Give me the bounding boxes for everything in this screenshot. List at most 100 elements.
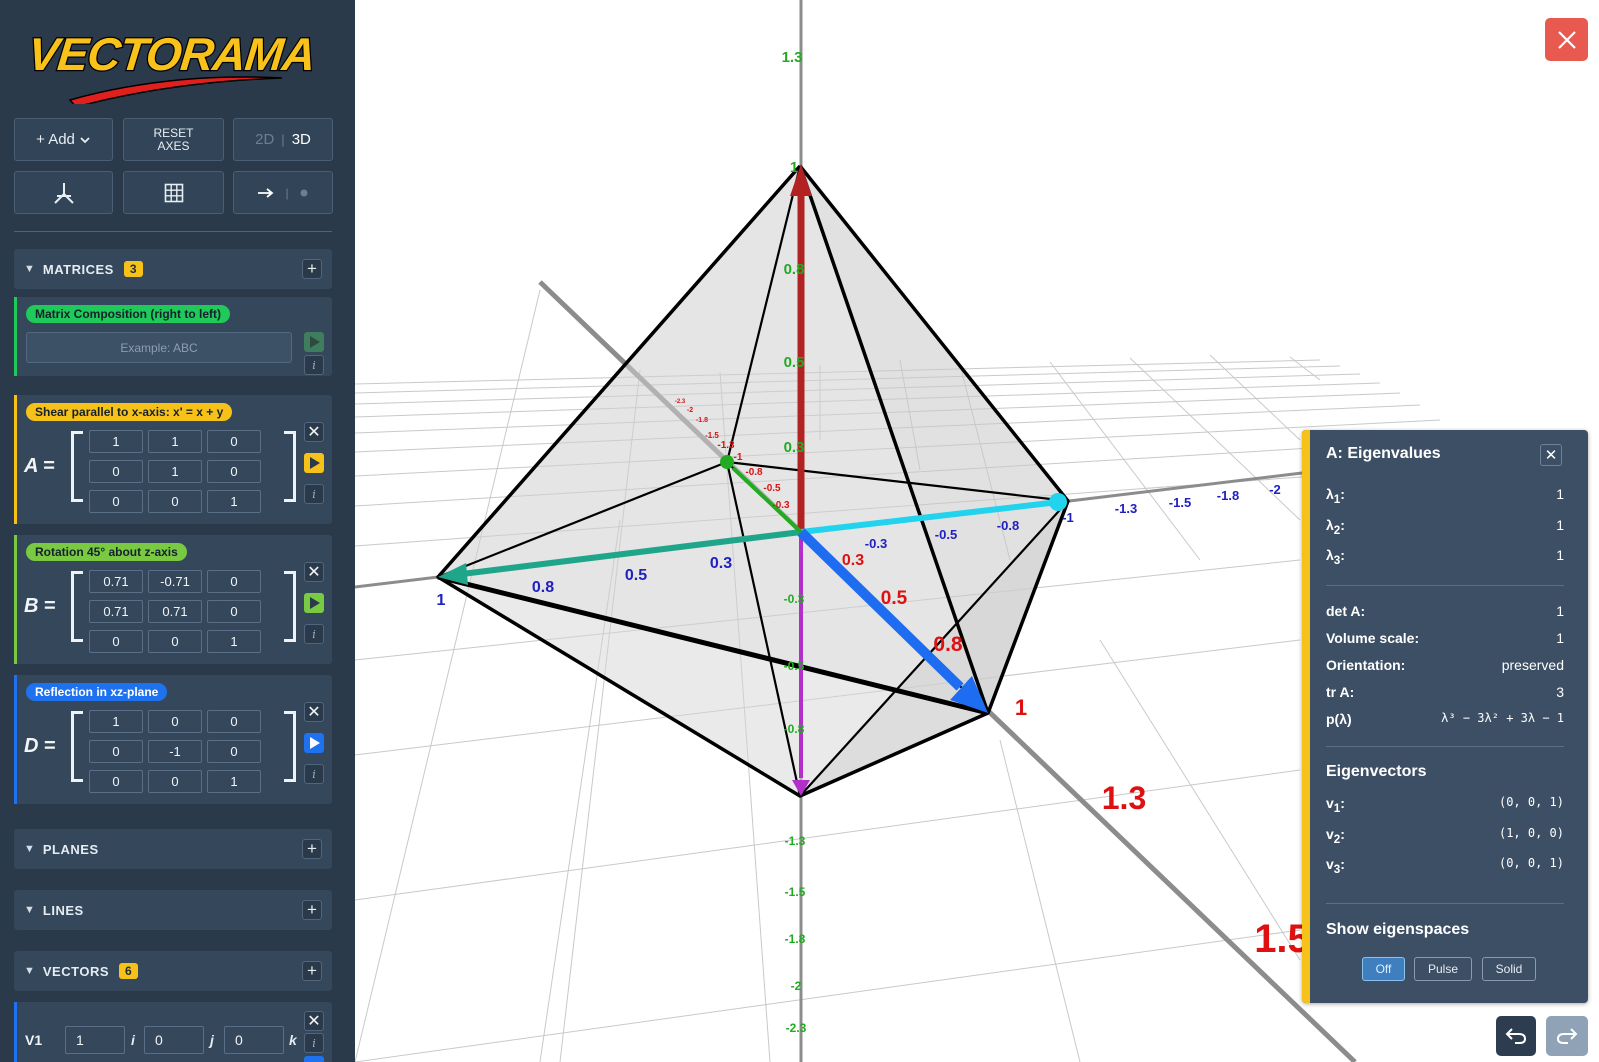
matrix-b-cell-20[interactable]: 0 [89, 630, 143, 653]
matrix-card-a: Shear parallel to x-axis: x' = x + y A =… [14, 395, 332, 524]
dimension-toggle[interactable]: 2D | 3D [233, 118, 333, 161]
add-plane-button[interactable]: + [302, 839, 322, 859]
lines-section-header[interactable]: ▼ LINES + [14, 890, 332, 930]
play-icon [304, 453, 324, 473]
composition-input[interactable]: Example: ABC [26, 332, 292, 363]
z-label-0.3: 0.3 [842, 552, 864, 569]
x-label-neg1.8: -1.8 [1217, 488, 1239, 503]
matrix-a-cell-21[interactable]: 0 [148, 490, 202, 513]
eigenvector-row-1: v1: (0, 0, 1) [1326, 795, 1564, 815]
matrix-b-cell-11[interactable]: 0.71 [148, 600, 202, 623]
planes-section-header[interactable]: ▼ PLANES + [14, 829, 332, 869]
matrix-d-cell-12[interactable]: 0 [207, 740, 261, 763]
matrix-b-apply-button[interactable] [304, 593, 324, 613]
composition-card: Matrix Composition (right to left) Examp… [14, 297, 332, 376]
left-bracket [71, 431, 83, 502]
collapse-triangle-icon[interactable]: ▼ [24, 263, 35, 275]
matrix-b-cell-10[interactable]: 0.71 [89, 600, 143, 623]
composition-play-button[interactable] [304, 332, 324, 352]
det-row: det A: 1 [1326, 603, 1564, 619]
matrix-b-info-button[interactable]: i [304, 624, 324, 644]
z-label-0.8: 0.8 [933, 633, 963, 656]
composition-info-button[interactable]: i [304, 355, 324, 375]
collapse-triangle-icon[interactable]: ▼ [24, 904, 35, 916]
z-label-neg1.3: -1.3 [717, 440, 735, 451]
matrix-b-remove-button[interactable]: ✕ [304, 562, 324, 582]
matrix-a-cell-22[interactable]: 1 [207, 490, 261, 513]
x-label-neg0.3: -0.3 [865, 536, 887, 551]
add-vector-button[interactable]: + [302, 961, 322, 981]
matrix-a-cell-12[interactable]: 0 [207, 460, 261, 483]
vector-display-toggle[interactable]: | [233, 171, 333, 214]
vector-v1-info-button[interactable]: i [304, 1033, 324, 1053]
z-label-neg1.8: -1.8 [696, 417, 708, 424]
matrix-b-cell-00[interactable]: 0.71 [89, 570, 143, 593]
matrix-a-cell-11[interactable]: 1 [148, 460, 202, 483]
matrix-d-cell-22[interactable]: 1 [207, 770, 261, 793]
grid-toggle-button[interactable] [123, 171, 224, 214]
matrices-section-header[interactable]: ▼ MATRICES 3 + [14, 249, 332, 289]
matrix-a-remove-button[interactable]: ✕ [304, 422, 324, 442]
vector-v1-x-input[interactable]: 1 [65, 1026, 125, 1054]
matrix-d-info-button[interactable]: i [304, 764, 324, 784]
toolbar-divider [14, 231, 332, 232]
matrix-a-cell-10[interactable]: 0 [89, 460, 143, 483]
matrix-d-stripe [14, 675, 17, 804]
vector-v1-color-swatch[interactable] [304, 1056, 324, 1062]
matrix-b-cell-01[interactable]: -0.71 [148, 570, 202, 593]
matrix-a-cell-00[interactable]: 1 [89, 430, 143, 453]
add-button[interactable]: + Add [14, 118, 113, 161]
panel-divider [1326, 903, 1564, 904]
matrix-b-label: B = [24, 595, 56, 617]
matrix-a-cell-01[interactable]: 1 [148, 430, 202, 453]
redo-button[interactable] [1546, 1016, 1588, 1056]
close-view-button[interactable] [1545, 18, 1588, 61]
z-label-1.3: 1.3 [1102, 780, 1146, 816]
axes-toggle-button[interactable] [14, 171, 113, 214]
matrices-count-badge: 3 [123, 261, 143, 277]
matrix-b-cell-02[interactable]: 0 [207, 570, 261, 593]
matrix-d-cell-11[interactable]: -1 [148, 740, 202, 763]
arrow-right-icon[interactable] [257, 187, 275, 199]
z-label-neg0.8: -0.8 [745, 467, 763, 478]
panel-stripe [1302, 430, 1310, 1003]
matrix-d-cell-02[interactable]: 0 [207, 710, 261, 733]
eigenspace-off-button[interactable]: Off [1362, 957, 1405, 981]
matrix-d-cell-20[interactable]: 0 [89, 770, 143, 793]
matrix-d-cell-10[interactable]: 0 [89, 740, 143, 763]
matrix-a-cell-02[interactable]: 0 [207, 430, 261, 453]
reset-axes-button[interactable]: RESET AXES [123, 118, 224, 161]
eigenspace-pulse-button[interactable]: Pulse [1414, 957, 1472, 981]
vector-v1-z-input[interactable]: 0 [224, 1026, 284, 1054]
mode-2d[interactable]: 2D [255, 131, 274, 148]
y-label-neg1.8: -1.8 [785, 932, 806, 946]
x-label-0.8: 0.8 [532, 579, 554, 596]
undo-button[interactable] [1496, 1016, 1536, 1056]
matrix-d-apply-button[interactable] [304, 733, 324, 753]
mode-3d[interactable]: 3D [292, 131, 311, 148]
right-bracket [284, 431, 296, 502]
matrix-d-cell-01[interactable]: 0 [148, 710, 202, 733]
matrix-b-cell-21[interactable]: 0 [148, 630, 202, 653]
vector-v1-remove-button[interactable]: ✕ [304, 1011, 324, 1031]
vectors-section-header[interactable]: ▼ VECTORS 6 + [14, 951, 332, 991]
eigenspace-solid-button[interactable]: Solid [1482, 957, 1536, 981]
point-icon[interactable] [299, 188, 309, 198]
sidebar: VECTORAMA + Add RESET AXES 2D | 3D | ▼ M… [0, 0, 355, 1062]
panel-close-button[interactable]: ✕ [1540, 444, 1562, 466]
matrix-a-cell-20[interactable]: 0 [89, 490, 143, 513]
matrix-b-cell-12[interactable]: 0 [207, 600, 261, 623]
collapse-triangle-icon[interactable]: ▼ [24, 843, 35, 855]
add-label: + Add [36, 131, 75, 148]
vector-v1-y-input[interactable]: 0 [144, 1026, 204, 1054]
composition-tag: Matrix Composition (right to left) [26, 305, 230, 323]
matrix-b-cell-22[interactable]: 1 [207, 630, 261, 653]
collapse-triangle-icon[interactable]: ▼ [24, 965, 35, 977]
add-line-button[interactable]: + [302, 900, 322, 920]
add-matrix-button[interactable]: + [302, 259, 322, 279]
matrix-a-apply-button[interactable] [304, 453, 324, 473]
matrix-d-cell-00[interactable]: 1 [89, 710, 143, 733]
matrix-a-info-button[interactable]: i [304, 484, 324, 504]
matrix-d-cell-21[interactable]: 0 [148, 770, 202, 793]
matrix-d-remove-button[interactable]: ✕ [304, 702, 324, 722]
